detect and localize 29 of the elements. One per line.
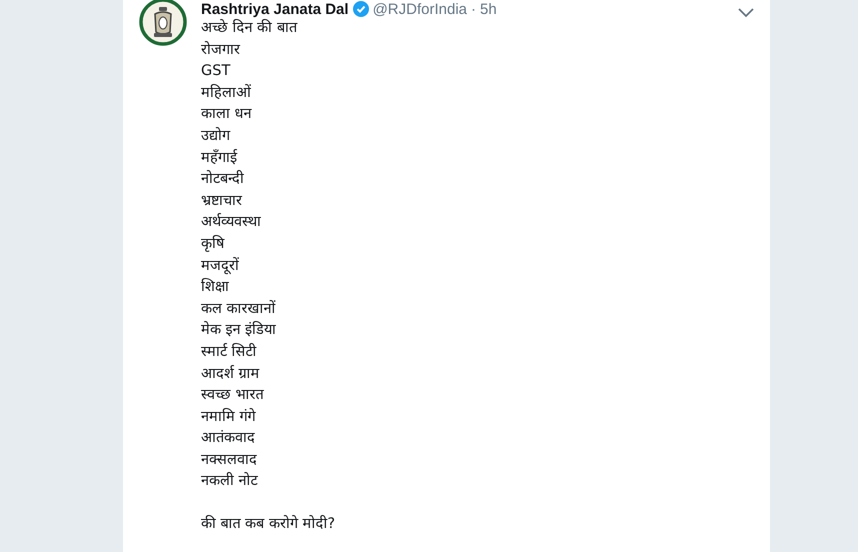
author-name[interactable]: Rashtriya Janata Dal bbox=[201, 0, 349, 18]
tweet-text-line: नक्सलवाद bbox=[201, 450, 258, 470]
tweet-text-line: नकली नोट bbox=[201, 471, 259, 492]
separator-dot: · bbox=[471, 0, 476, 18]
tweet-text-line: कल कारखानों bbox=[201, 299, 277, 319]
tweet-text-line: कृषि bbox=[201, 234, 226, 254]
tweet-time[interactable]: 5h bbox=[480, 0, 497, 18]
tweet-text-line: की बात कब करोगे मोदी? bbox=[201, 514, 336, 534]
party-logo-icon[interactable] bbox=[139, 0, 187, 46]
tweet-text-line: GST bbox=[201, 62, 232, 82]
tweet-text-line: भ्रष्टाचार bbox=[201, 192, 244, 211]
tweet-text-line: उद्योग bbox=[201, 126, 232, 146]
tweet-text-line: स्मार्ट सिटी bbox=[201, 342, 258, 362]
tweet-text-line: अर्थव्यवस्था bbox=[201, 212, 262, 232]
tweet-text-line: मेक इन इंडिया bbox=[201, 320, 278, 340]
tweet-text-line: नोटबन्दी bbox=[201, 169, 245, 190]
tweet-text-line: काला धन bbox=[201, 105, 253, 124]
tweet-text-line: महिलाओं bbox=[201, 83, 252, 103]
tweet-text-line: आदर्श ग्राम bbox=[201, 364, 261, 384]
tweet-text-line: रोजगार bbox=[201, 40, 242, 60]
tweet-text-line: शिक्षा bbox=[201, 277, 230, 298]
tweet-text-line: आतंकवाद bbox=[201, 429, 256, 448]
tweet-text-line: अच्छे दिन की बात bbox=[201, 18, 298, 38]
tweet-text-line: नमामि गंगे bbox=[201, 407, 257, 427]
tweet-text-line: मजदूरों bbox=[201, 256, 240, 276]
tweet-text-line: स्वच्छ भारत bbox=[201, 386, 265, 406]
author-handle[interactable]: @RJDforIndia bbox=[372, 0, 468, 18]
chevron-down-icon[interactable] bbox=[738, 8, 754, 18]
tweet-text-line: महँगाई bbox=[201, 148, 238, 168]
